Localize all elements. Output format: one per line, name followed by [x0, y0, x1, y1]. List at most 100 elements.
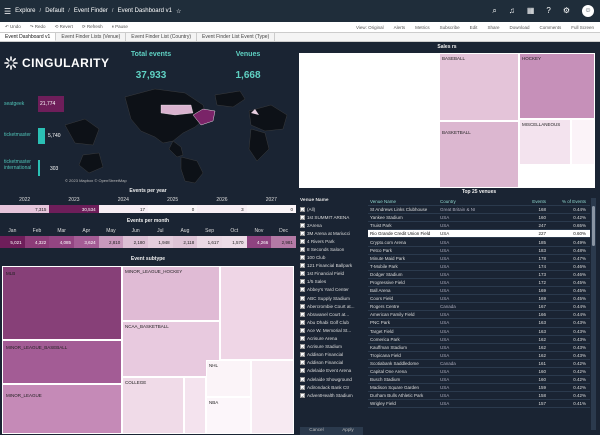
venue-filter-item[interactable]: ✓ Acrisure Arena — [300, 335, 363, 343]
table-row[interactable]: Minute Maid Park USA 178 0.47% — [368, 255, 590, 263]
checkbox-icon[interactable]: ✓ — [300, 247, 305, 253]
checkbox-icon[interactable]: ✓ — [300, 319, 305, 326]
source-bar-ticketmaster[interactable] — [38, 128, 45, 144]
venue-filter-item[interactable]: ✓ 1/5 Sales — [300, 278, 363, 286]
venue-filter-item[interactable]: ✓ Abbey's Yard Center — [300, 286, 363, 294]
table-row[interactable]: Petco Park USA 183 0.48% — [368, 247, 590, 255]
table-row[interactable]: Dodger Stadium USA 173 0.46% — [368, 271, 590, 279]
treemap-tile[interactable] — [251, 360, 294, 434]
checkbox-icon[interactable]: ✓ — [300, 352, 305, 358]
alerts-button[interactable]: Alerts — [394, 25, 406, 30]
checkbox-icon[interactable]: ✓ — [300, 336, 305, 342]
tab-finder-country[interactable]: Event Finder List (Country) — [126, 33, 197, 41]
venue-filter-item[interactable]: ✓ 1st SUMMIT ARENA — [300, 213, 363, 221]
treemap-tile[interactable]: MINOR_LEAGUE_BASEBALL — [2, 340, 122, 384]
share-button[interactable]: Share — [487, 25, 499, 30]
checkbox-icon[interactable]: ✓ — [300, 222, 305, 229]
favorite-star-icon[interactable]: ☆ — [176, 8, 181, 15]
table-row[interactable]: Yankee Stadium USA 160 0.42% — [368, 214, 590, 223]
refresh-button[interactable]: ⟳ Refresh — [82, 24, 103, 30]
venue-filter-item[interactable]: ✓ (All) — [300, 205, 363, 213]
menu-icon[interactable]: ☰ — [4, 7, 11, 16]
month-cell[interactable]: 3,624 — [73, 236, 99, 248]
table-row[interactable]: Kauffman Stadium USA 162 0.43% — [368, 344, 590, 352]
venue-filter-item[interactable]: ✓ 8 Seconds Saloon — [300, 245, 363, 253]
full-screen-button[interactable]: Full Screen — [571, 25, 594, 30]
checkbox-icon[interactable]: ✓ — [300, 287, 305, 293]
checkbox-icon[interactable]: ✓ — [300, 238, 305, 245]
year-cell[interactable]: 30,534 — [49, 205, 99, 213]
table-row[interactable]: Ball Arena USA 169 0.45% — [368, 287, 590, 296]
revert-button[interactable]: ⟲ Revert — [55, 24, 73, 30]
col-header-events[interactable]: Events — [510, 199, 546, 204]
cancel-button[interactable]: Cancel — [309, 427, 323, 435]
download-button[interactable]: Download — [509, 25, 529, 30]
treemap-tile[interactable]: NBA — [206, 397, 251, 434]
table-row[interactable]: Busch Stadium USA 160 0.42% — [368, 376, 590, 385]
comments-button[interactable]: Comments — [539, 25, 561, 30]
month-cell[interactable]: 4,266 — [246, 236, 272, 248]
checkbox-icon[interactable]: ✓ — [300, 255, 305, 261]
tab-event-dashboard[interactable]: Event Dashboard v1 — [0, 33, 57, 41]
venue-filter-item[interactable]: ✓ 3M Arena at Mariucci — [300, 229, 363, 237]
sales-tile[interactable] — [299, 53, 439, 188]
help-icon[interactable]: ? — [546, 7, 550, 15]
month-cell[interactable]: 4,322 — [24, 236, 50, 248]
redo-button[interactable]: ↷ Redo — [30, 24, 46, 30]
venue-filter-item[interactable]: ✓ Adelaide Showground — [300, 375, 363, 383]
checkbox-icon[interactable]: ✓ — [300, 214, 305, 221]
apply-button[interactable]: Apply — [342, 427, 354, 435]
source-bar-ticketmaster-intl[interactable] — [38, 160, 40, 176]
event-map[interactable]: © 2023 Mapbox © OpenStreetMap — [64, 85, 295, 185]
checkbox-icon[interactable]: ✓ — [300, 279, 305, 285]
month-cell[interactable]: 1,617 — [197, 236, 222, 248]
venue-filter-item[interactable]: ✓ 121 Financial Ballpark — [300, 262, 363, 270]
search-icon[interactable]: ⌕ — [492, 7, 496, 15]
checkbox-icon[interactable]: ✓ — [300, 303, 305, 310]
venue-filter-item[interactable]: ✓ AdventHealth Stadium — [300, 391, 363, 399]
treemap-tile[interactable]: MLB — [2, 266, 122, 340]
treemap-tile[interactable] — [184, 377, 206, 434]
checkbox-icon[interactable]: ✓ — [300, 392, 305, 399]
table-row[interactable]: Madison Square Garden USA 159 0.42% — [368, 384, 590, 393]
sales-tile[interactable] — [571, 119, 595, 165]
tab-finder-venue[interactable]: Event Finder Lists (Venue) — [56, 33, 127, 41]
table-row[interactable]: Wrigley Field USA 157 0.41% — [368, 400, 590, 409]
table-row[interactable]: American Family Field USA 166 0.44% — [368, 311, 590, 320]
venue-filter-item[interactable]: ✓ Abravanel Court at... — [300, 310, 363, 318]
sales-tile-hockey[interactable]: HOCKEY — [519, 53, 595, 119]
month-cell[interactable]: 1,570 — [221, 236, 247, 248]
table-row[interactable]: Crypto.com Arena USA 185 0.49% — [368, 238, 590, 247]
edit-button[interactable]: Edit — [470, 25, 478, 30]
treemap-tile[interactable]: MINOR_LEAGUE — [2, 384, 122, 434]
treemap-tile[interactable]: NHL — [206, 360, 251, 397]
month-cell[interactable]: 2,810 — [98, 236, 124, 248]
table-row[interactable]: Comerica Park USA 162 0.43% — [368, 336, 590, 344]
year-cell[interactable]: 3 — [197, 205, 247, 213]
treemap-tile[interactable]: COLLEGE — [122, 377, 184, 434]
avatar[interactable]: ☺ — [582, 5, 594, 17]
checkbox-icon[interactable]: ✓ — [300, 271, 305, 277]
treemap-tile[interactable] — [220, 266, 294, 360]
sales-tile-basketball[interactable]: BASKETBALL — [439, 121, 519, 188]
table-row[interactable]: Truist Park USA 247 0.65% — [368, 222, 590, 231]
venue-filter-item[interactable]: ✓ Addison Financial — [300, 351, 363, 359]
checkbox-icon[interactable]: ✓ — [300, 360, 305, 366]
checkbox-icon[interactable]: ✓ — [300, 376, 305, 383]
col-header-venue[interactable]: Venue Name — [368, 199, 440, 204]
month-cell[interactable]: 1,948 — [147, 236, 173, 248]
venue-filter-item[interactable]: ✓ Ace W. Memorial St... — [300, 326, 363, 334]
table-row[interactable]: Rio Grande Credit Union Field USA 227 0.60% — [368, 230, 590, 239]
venue-filter-item[interactable]: ✓ Abercrombie Court at... — [300, 302, 363, 310]
checkbox-icon[interactable]: ✓ — [300, 230, 305, 237]
table-row[interactable]: Scotiabank Saddledome Canada 161 0.42% — [368, 360, 590, 368]
table-row[interactable]: Capital One Arena USA 160 0.42% — [368, 368, 590, 377]
venue-filter-item[interactable]: ✓ Acrisure Stadium — [300, 343, 363, 351]
checkbox-icon[interactable]: ✓ — [300, 311, 305, 318]
checkbox-icon[interactable]: ✓ — [300, 344, 305, 350]
table-row[interactable]: St Andrews Links Clubhouse Great Britain … — [368, 206, 590, 215]
undo-button[interactable]: ↶ Undo — [5, 24, 21, 30]
month-cell[interactable]: 2,118 — [172, 236, 198, 248]
table-row[interactable]: PNC Park USA 163 0.43% — [368, 319, 590, 328]
tab-finder-type[interactable]: Event Finder List Event (Type) — [197, 33, 276, 41]
